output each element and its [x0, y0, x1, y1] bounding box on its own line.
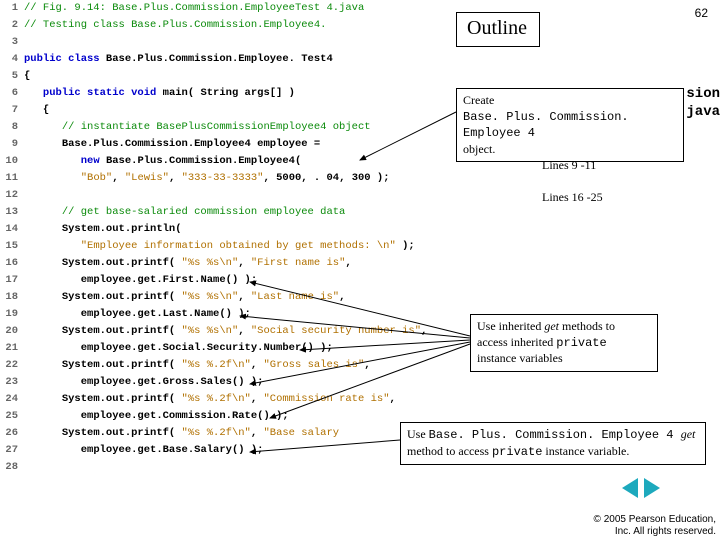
- nav-buttons: [622, 478, 660, 498]
- code-line: 24 System.out.printf( "%s %.2f\n", "Comm…: [0, 391, 440, 408]
- line-number: 13: [0, 204, 18, 221]
- line-number: 12: [0, 187, 18, 204]
- code-line: 10 new Base.Plus.Commission.Employee4(: [0, 153, 440, 170]
- code-line: 15 "Employee information obtained by get…: [0, 238, 440, 255]
- line-number: 16: [0, 255, 18, 272]
- line-number: 1: [0, 0, 18, 17]
- line-number: 23: [0, 374, 18, 391]
- code-line: 6 public static void main( String args[]…: [0, 85, 440, 102]
- page-number: 62: [695, 6, 708, 20]
- code-line: 5{: [0, 68, 440, 85]
- callout-base-salary-get: Use Base. Plus. Commission. Employee 4 g…: [400, 422, 706, 465]
- code-line: 25 employee.get.Commission.Rate() );: [0, 408, 440, 425]
- line-number: 2: [0, 17, 18, 34]
- code-line: 14 System.out.println(: [0, 221, 440, 238]
- code-listing: 1// Fig. 9.14: Base.Plus.Commission.Empl…: [0, 0, 440, 476]
- code-line: 19 employee.get.Last.Name() );: [0, 306, 440, 323]
- code-line: 13 // get base-salaried commission emplo…: [0, 204, 440, 221]
- callout-create-object: Create Base. Plus. Commission. Employee …: [456, 88, 684, 162]
- code-line: 23 employee.get.Gross.Sales() );: [0, 374, 440, 391]
- outline-heading: Outline: [456, 12, 540, 47]
- code-line: 26 System.out.printf( "%s %.2f\n", "Base…: [0, 425, 440, 442]
- code-line: 22 System.out.printf( "%s %.2f\n", "Gros…: [0, 357, 440, 374]
- line-number: 27: [0, 442, 18, 459]
- code-line: 12: [0, 187, 440, 204]
- line-number: 22: [0, 357, 18, 374]
- line-number: 3: [0, 34, 18, 51]
- line-number: 9: [0, 136, 18, 153]
- callout1-obj: Base. Plus. Commission. Employee 4: [463, 110, 629, 141]
- code-line: 11 "Bob", "Lewis", "333-33-3333", 5000, …: [0, 170, 440, 187]
- line-number: 28: [0, 459, 18, 476]
- line-number: 15: [0, 238, 18, 255]
- line-number: 4: [0, 51, 18, 68]
- cutoff-text-1: sion: [686, 86, 720, 102]
- code-line: 2// Testing class Base.Plus.Commission.E…: [0, 17, 440, 34]
- code-line: 21 employee.get.Social.Security.Number()…: [0, 340, 440, 357]
- code-line: 20 System.out.printf( "%s %s\n", "Social…: [0, 323, 440, 340]
- line-number: 25: [0, 408, 18, 425]
- code-line: 16 System.out.printf( "%s %s\n", "First …: [0, 255, 440, 272]
- line-number: 19: [0, 306, 18, 323]
- code-line: 1// Fig. 9.14: Base.Plus.Commission.Empl…: [0, 0, 440, 17]
- copyright-notice: © 2005 Pearson Education, Inc. All right…: [594, 514, 716, 538]
- code-line: 4public class Base.Plus.Commission.Emplo…: [0, 51, 440, 68]
- cutoff-text-2: java: [686, 104, 720, 120]
- code-line: 18 System.out.printf( "%s %s\n", "Last n…: [0, 289, 440, 306]
- code-line: 7 {: [0, 102, 440, 119]
- prev-slide-icon[interactable]: [622, 478, 638, 498]
- lines-note-2: Lines 16 -25: [542, 190, 603, 205]
- line-number: 10: [0, 153, 18, 170]
- line-number: 14: [0, 221, 18, 238]
- next-slide-icon[interactable]: [644, 478, 660, 498]
- callout1-post: object.: [463, 142, 495, 156]
- line-number: 7: [0, 102, 18, 119]
- line-number: 17: [0, 272, 18, 289]
- code-line: 3: [0, 34, 440, 51]
- code-line: 27 employee.get.Base.Salary() );: [0, 442, 440, 459]
- line-number: 8: [0, 119, 18, 136]
- code-line: 9 Base.Plus.Commission.Employee4 employe…: [0, 136, 440, 153]
- callout-inherited-get: Use inherited get methods to access inhe…: [470, 314, 658, 372]
- line-number: 11: [0, 170, 18, 187]
- line-number: 5: [0, 68, 18, 85]
- line-number: 21: [0, 340, 18, 357]
- line-number: 26: [0, 425, 18, 442]
- line-number: 20: [0, 323, 18, 340]
- lines-note-1: Lines 9 -11: [542, 158, 596, 173]
- line-number: 24: [0, 391, 18, 408]
- code-line: 28: [0, 459, 440, 476]
- line-number: 18: [0, 289, 18, 306]
- line-number: 6: [0, 85, 18, 102]
- code-line: 17 employee.get.First.Name() );: [0, 272, 440, 289]
- callout1-pre: Create: [463, 93, 494, 107]
- code-line: 8 // instantiate BasePlusCommissionEmplo…: [0, 119, 440, 136]
